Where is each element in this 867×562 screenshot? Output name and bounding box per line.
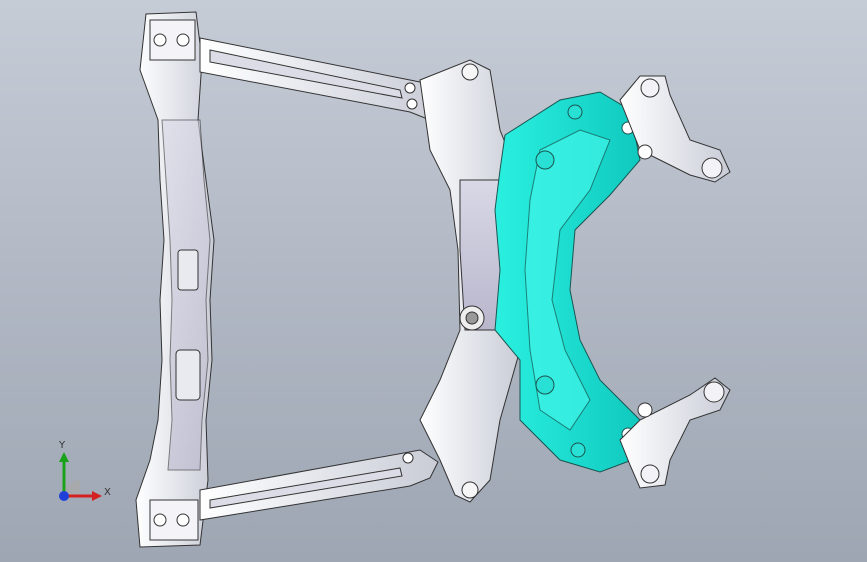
z-axis-dot: [59, 491, 69, 501]
right-upper-bracket: [619, 75, 731, 183]
x-arrow-head: [92, 491, 102, 501]
graphics-viewport[interactable]: Y X: [0, 0, 867, 562]
reference-triad: Y X: [40, 440, 120, 520]
y-axis-label: Y: [59, 440, 66, 451]
triad-graphic: [59, 452, 102, 501]
left-crossmember: [135, 11, 215, 548]
x-axis-label: X: [104, 487, 111, 498]
highlighted-subframe-part[interactable]: [494, 91, 641, 473]
subframe-model[interactable]: [0, 0, 867, 562]
y-arrow-head: [59, 452, 69, 462]
lower-longitudinal-arm: [199, 449, 439, 521]
upper-longitudinal-arm: [199, 37, 441, 121]
right-lower-bracket: [619, 377, 731, 489]
